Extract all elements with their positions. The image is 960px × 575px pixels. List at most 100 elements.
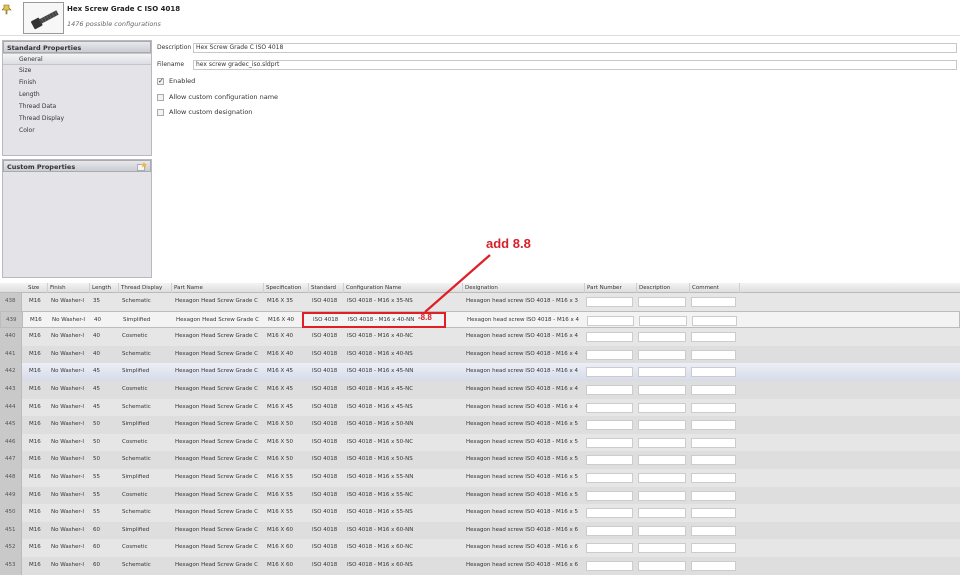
cell-part-number-input[interactable] — [586, 297, 633, 307]
cell-standard[interactable]: ISO 4018 — [309, 557, 344, 575]
cell-standard[interactable]: ISO 4018 — [309, 434, 344, 452]
enabled-row[interactable]: Enabled — [157, 76, 195, 86]
cell-designation[interactable]: Hexagon head screw ISO 4018 - M16 x 6 — [463, 539, 585, 557]
cell-part-number-input[interactable] — [586, 508, 633, 519]
cell-description-input[interactable] — [638, 473, 686, 483]
table-row[interactable]: 441 M16 No Washer-I 40 Schematic Hexagon Head… — [0, 345, 960, 364]
cell-part-name[interactable]: Hexagon Head Screw Grade C — [172, 522, 264, 540]
cell-configuration-name[interactable]: ISO 4018 - M16 x 45-NN — [344, 363, 463, 381]
column-header-comment[interactable]: Comment — [690, 283, 740, 293]
cell-finish[interactable]: No Washer-I — [48, 557, 90, 575]
cell-size[interactable]: M16 — [26, 381, 48, 399]
cell-thread-display[interactable]: Cosmetic — [119, 539, 172, 557]
cell-description-input[interactable] — [638, 490, 686, 501]
row-number[interactable]: 438 — [0, 293, 22, 311]
cell-size[interactable]: M16 — [27, 312, 49, 330]
cell-specification[interactable]: M16 X 60 — [264, 522, 309, 540]
cell-designation[interactable]: Hexagon head screw ISO 4018 - M16 x 4 — [464, 312, 586, 330]
cell-length[interactable]: 40 — [91, 312, 120, 330]
cell-description-input[interactable] — [638, 561, 686, 571]
cell-specification[interactable]: M16 X 55 — [264, 487, 309, 505]
cell-size[interactable]: M16 — [26, 557, 48, 575]
cell-length[interactable]: 50 — [90, 451, 119, 469]
cell-length[interactable]: 35 — [90, 293, 119, 311]
table-row[interactable]: 442 M16 No Washer-I 45 Simplified Hexagon Hea… — [0, 363, 960, 381]
cell-finish[interactable]: No Washer-I — [48, 293, 90, 311]
cell-standard[interactable]: ISO 4018 — [309, 399, 344, 417]
cell-finish[interactable]: No Washer-I — [48, 416, 90, 434]
cell-finish[interactable]: No Washer-I — [48, 434, 90, 452]
cell-designation[interactable]: Hexagon head screw ISO 4018 - M16 x 5 — [463, 487, 585, 505]
cell-description-input[interactable] — [638, 508, 686, 519]
cell-part-number-input[interactable] — [586, 385, 633, 395]
cell-comment-input[interactable] — [691, 525, 736, 536]
cell-finish[interactable]: No Washer-I — [48, 399, 90, 417]
table-row[interactable]: 453 M16 No Washer-I 60 Schematic Hexagon Head… — [0, 557, 960, 575]
cell-specification[interactable]: M16 X 60 — [264, 557, 309, 575]
cell-part-number-input[interactable] — [586, 349, 633, 360]
cell-comment-input[interactable] — [691, 490, 736, 501]
cell-part-number-input[interactable] — [586, 561, 633, 571]
cell-configuration-name[interactable]: ISO 4018 - M16 x 50-NN — [344, 416, 463, 434]
cell-specification[interactable]: M16 X 45 — [264, 363, 309, 381]
cell-comment-input[interactable] — [691, 473, 736, 483]
row-number[interactable]: 444 — [0, 398, 22, 417]
cell-designation[interactable]: Hexagon head screw ISO 4018 - M16 x 5 — [463, 434, 585, 452]
row-number[interactable]: 451 — [0, 521, 22, 540]
table-row[interactable]: 451 M16 No Washer-I 60 Simplified Hexagon Hea… — [0, 521, 960, 540]
cell-thread-display[interactable]: Cosmetic — [119, 434, 172, 452]
cell-size[interactable]: M16 — [26, 487, 48, 505]
row-number[interactable]: 452 — [0, 539, 22, 557]
table-row[interactable]: 438 M16 No Washer-I 35 Schematic Hexagon Head… — [0, 293, 960, 311]
cell-designation[interactable]: Hexagon head screw ISO 4018 - M16 x 5 — [463, 451, 585, 469]
cell-length[interactable]: 55 — [90, 469, 119, 487]
cell-configuration-name[interactable]: ISO 4018 - M16 x 50-NC — [344, 434, 463, 452]
cell-thread-display[interactable]: Schematic — [119, 399, 172, 417]
table-row[interactable]: 450 M16 No Washer-I 55 Schematic Hexagon Head… — [0, 504, 960, 522]
cell-finish[interactable]: No Washer-I — [48, 381, 90, 399]
cell-finish[interactable]: No Washer-I — [48, 522, 90, 540]
cell-standard[interactable]: ISO 4018 — [309, 487, 344, 505]
cell-part-name[interactable]: Hexagon Head Screw Grade C — [172, 504, 264, 522]
column-header-finish[interactable]: Finish — [48, 283, 90, 293]
cell-part-name[interactable]: Hexagon Head Screw Grade C — [172, 539, 264, 557]
column-header-part-name[interactable]: Part Name — [172, 283, 264, 293]
cell-size[interactable]: M16 — [26, 416, 48, 434]
sidebar-item-color[interactable]: Color — [3, 125, 151, 137]
column-header-size[interactable]: Size — [26, 283, 48, 293]
cell-part-name[interactable]: Hexagon Head Screw Grade C — [172, 381, 264, 399]
column-header-configuration-name[interactable]: Configuration Name — [344, 283, 463, 293]
cell-standard[interactable]: ISO 4018 — [309, 363, 344, 381]
table-row[interactable]: 446 M16 No Washer-I 50 Cosmetic Hexagon Head … — [0, 433, 960, 452]
cell-size[interactable]: M16 — [26, 539, 48, 557]
cell-size[interactable]: M16 — [26, 522, 48, 540]
cell-part-number-input[interactable] — [586, 367, 633, 378]
cell-designation[interactable]: Hexagon head screw ISO 4018 - M16 x 5 — [463, 416, 585, 434]
filename-input[interactable]: hex screw gradec_iso.sldprt — [193, 60, 957, 70]
cell-description-input[interactable] — [638, 297, 686, 307]
cell-configuration-name[interactable]: ISO 4018 - M16 x 35-NS — [344, 293, 463, 311]
cell-comment-input[interactable] — [692, 315, 737, 326]
cell-description-input[interactable] — [638, 437, 686, 448]
cell-standard[interactable]: ISO 4018 — [309, 381, 344, 399]
cell-specification[interactable]: M16 X 50 — [264, 451, 309, 469]
enabled-checkbox[interactable] — [157, 76, 164, 86]
cell-length[interactable]: 55 — [90, 504, 119, 522]
cell-part-number-input[interactable] — [586, 525, 633, 536]
cell-standard[interactable]: ISO 4018 — [309, 328, 344, 346]
cell-size[interactable]: M16 — [26, 434, 48, 452]
column-header-designation[interactable]: Designation — [463, 283, 585, 293]
cell-specification[interactable]: M16 X 55 — [264, 504, 309, 522]
cell-description-input[interactable] — [638, 543, 686, 554]
cell-comment-input[interactable] — [691, 297, 736, 307]
description-input[interactable]: Hex Screw Grade C ISO 4018 — [193, 43, 957, 53]
cell-standard[interactable]: ISO 4018 — [309, 451, 344, 469]
row-number[interactable]: 440 — [0, 328, 22, 346]
cell-comment-input[interactable] — [691, 455, 736, 466]
cell-designation[interactable]: Hexagon head screw ISO 4018 - M16 x 3 — [463, 293, 585, 311]
row-number[interactable]: 443 — [0, 381, 22, 399]
cell-comment-input[interactable] — [691, 543, 736, 554]
custom-designation-row[interactable]: Allow custom designation — [157, 107, 252, 117]
cell-size[interactable]: M16 — [26, 328, 48, 346]
cell-part-number-input[interactable] — [586, 473, 633, 483]
